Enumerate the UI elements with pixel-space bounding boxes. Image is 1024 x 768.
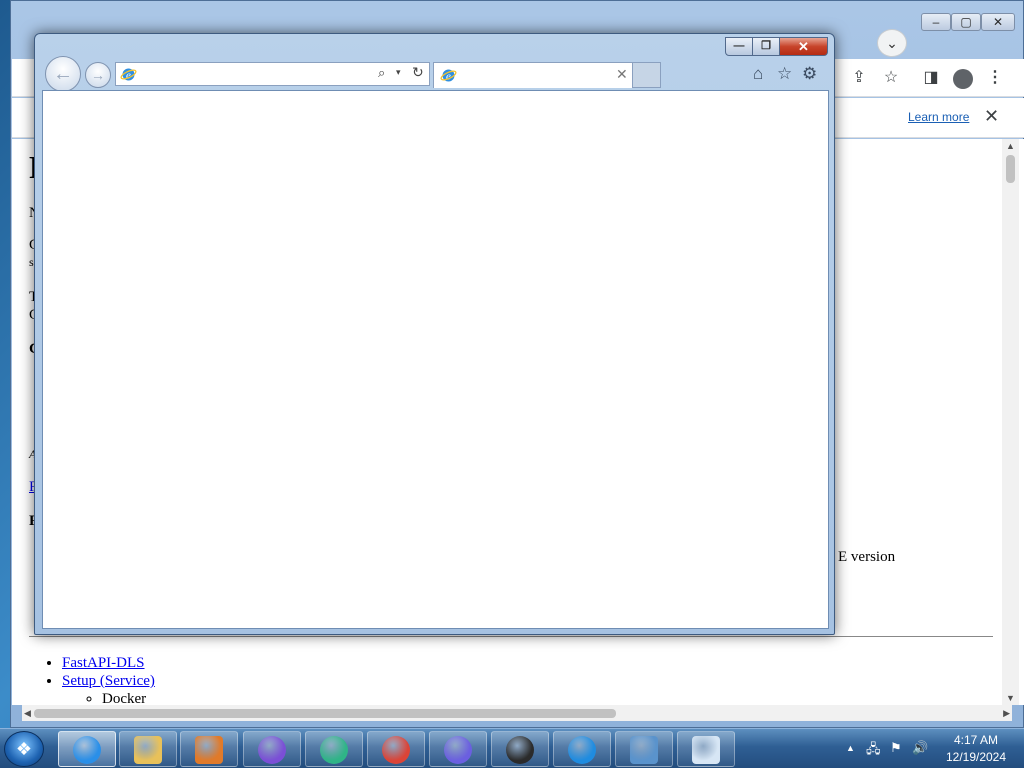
- ie-minimize-button[interactable]: —: [725, 37, 753, 56]
- page-text-line: s: [29, 255, 34, 269]
- chevron-down-icon: ⌄: [886, 35, 898, 51]
- action-center-flag-icon[interactable]: ⚑: [890, 740, 902, 756]
- minimize-icon: –: [932, 15, 940, 29]
- taskbar-firefox-button[interactable]: [243, 731, 301, 767]
- scroll-up-icon[interactable]: ▲: [1002, 141, 1019, 151]
- chrome-minimize-button[interactable]: –: [921, 13, 951, 31]
- internet-explorer-icon: [73, 736, 101, 764]
- minimize-icon: —: [733, 40, 745, 52]
- back-button[interactable]: ←: [45, 56, 81, 92]
- ie-close-button[interactable]: ✕: [780, 37, 828, 56]
- close-icon: ✕: [992, 15, 1004, 29]
- page-divider: [29, 636, 993, 637]
- gear-icon[interactable]: ⚙: [802, 64, 817, 84]
- nested-list: Docker: [82, 690, 155, 705]
- ie-tab-icon: e: [440, 69, 457, 83]
- page-nav-list: FastAPI-DLS Setup (Service) Docker: [42, 654, 155, 705]
- control-panel-icon: [630, 736, 658, 764]
- address-bar[interactable]: e ⌕ ▾ ↻: [115, 62, 430, 86]
- taskbar-chrome-button[interactable]: [367, 731, 425, 767]
- edge-icon: [568, 736, 596, 764]
- tab-close-icon[interactable]: ✕: [616, 66, 628, 83]
- list-item: Setup (Service) Docker: [62, 672, 155, 705]
- infobar-close-icon[interactable]: ✕: [984, 106, 999, 127]
- scroll-right-icon[interactable]: ▶: [1003, 705, 1010, 721]
- firefox-nightly-icon: [444, 736, 472, 764]
- windows-logo-icon: ❖: [15, 739, 33, 759]
- clock-date[interactable]: 12/19/2024: [936, 750, 1016, 764]
- show-hidden-icons-icon[interactable]: ▲: [846, 743, 855, 753]
- address-dropdown-icon[interactable]: ▾: [396, 67, 401, 78]
- media-player-icon: [195, 736, 223, 764]
- maximize-icon: ❐: [761, 40, 771, 52]
- page-text-version: E version: [838, 549, 896, 565]
- firefox-icon: [258, 736, 286, 764]
- share-icon[interactable]: ⇪: [848, 67, 870, 89]
- refresh-icon[interactable]: ↻: [412, 64, 424, 81]
- taskbar-control-panel-button[interactable]: [615, 731, 673, 767]
- taskbar-obs-studio-button[interactable]: [491, 731, 549, 767]
- start-button[interactable]: ❖: [4, 731, 44, 767]
- back-arrow-icon: ←: [53, 63, 73, 85]
- chrome-menu-icon[interactable]: ⋮: [984, 67, 1006, 89]
- setup-service-link[interactable]: Setup (Service): [62, 673, 155, 689]
- internet-explorer-window: — ❐ ✕ ← → e ⌕ ▾ ↻ e ✕ ⌂ ☆ ⚙: [34, 33, 835, 635]
- ie-maximize-button[interactable]: ❐: [753, 37, 780, 56]
- taskbar-internet-explorer-button[interactable]: [58, 731, 116, 767]
- tab-search-button[interactable]: ⌄: [877, 29, 907, 57]
- ie-page-content[interactable]: [42, 90, 829, 629]
- profile-avatar-button[interactable]: [952, 67, 974, 89]
- file-explorer-icon: [134, 736, 162, 764]
- taskbar-file-explorer-button[interactable]: [119, 731, 177, 767]
- clock-time[interactable]: 4:17 AM: [936, 733, 1016, 747]
- favorites-star-icon[interactable]: ☆: [777, 64, 792, 84]
- network-icon[interactable]: 🖧: [866, 740, 881, 762]
- profile-icon: [953, 69, 973, 89]
- volume-icon[interactable]: 🔊: [912, 740, 928, 756]
- obs-studio-icon: [506, 736, 534, 764]
- chrome-titlebar[interactable]: – ▢ ✕: [11, 1, 1023, 31]
- search-icon[interactable]: ⌕: [378, 65, 385, 81]
- list-item: Docker: [102, 690, 155, 705]
- horizontal-scrollbar[interactable]: ◀ ▶: [22, 705, 1012, 721]
- new-tab-button[interactable]: [633, 62, 661, 88]
- side-panel-icon[interactable]: ◨: [920, 67, 942, 89]
- taskbar-media-player-button[interactable]: [180, 731, 238, 767]
- fastapi-dls-link[interactable]: FastAPI-DLS: [62, 655, 145, 671]
- taskbar-virtual-machine-button[interactable]: [677, 731, 735, 767]
- forward-arrow-icon: →: [91, 67, 105, 83]
- chrome-maximize-button[interactable]: ▢: [951, 13, 981, 31]
- system-tray: ▲ 🖧 ⚑ 🔊 4:17 AM 12/19/2024: [840, 729, 1024, 768]
- taskbar-edge-button[interactable]: [553, 731, 611, 767]
- close-icon: ✕: [798, 39, 809, 54]
- taskbar: ❖ ▲ 🖧 ⚑ 🔊 4:17 AM 12/19/2024: [0, 728, 1024, 768]
- virtual-machine-icon: [692, 736, 720, 764]
- vertical-scrollbar[interactable]: ▲ ▼: [1002, 139, 1019, 705]
- maximize-icon: ▢: [960, 15, 972, 29]
- home-icon[interactable]: ⌂: [753, 64, 763, 84]
- address-input[interactable]: [140, 65, 370, 83]
- list-item: FastAPI-DLS: [62, 654, 155, 672]
- forward-button[interactable]: →: [85, 62, 111, 88]
- learn-more-link[interactable]: Learn more: [908, 110, 969, 124]
- taskbar-firefox-nightly-button[interactable]: [429, 731, 487, 767]
- vertical-scroll-thumb[interactable]: [1006, 155, 1015, 183]
- chrome-close-button[interactable]: ✕: [981, 13, 1015, 31]
- scroll-down-icon[interactable]: ▼: [1002, 693, 1019, 703]
- bookmark-star-icon[interactable]: ☆: [880, 67, 902, 89]
- ie-tab[interactable]: e ✕: [433, 62, 633, 88]
- ie-page-icon: e: [120, 68, 137, 82]
- horizontal-scroll-thumb[interactable]: [34, 709, 616, 718]
- chrome-icon: [382, 736, 410, 764]
- scroll-left-icon[interactable]: ◀: [24, 705, 31, 721]
- edge-dev-icon: [320, 736, 348, 764]
- taskbar-edge-dev-button[interactable]: [305, 731, 363, 767]
